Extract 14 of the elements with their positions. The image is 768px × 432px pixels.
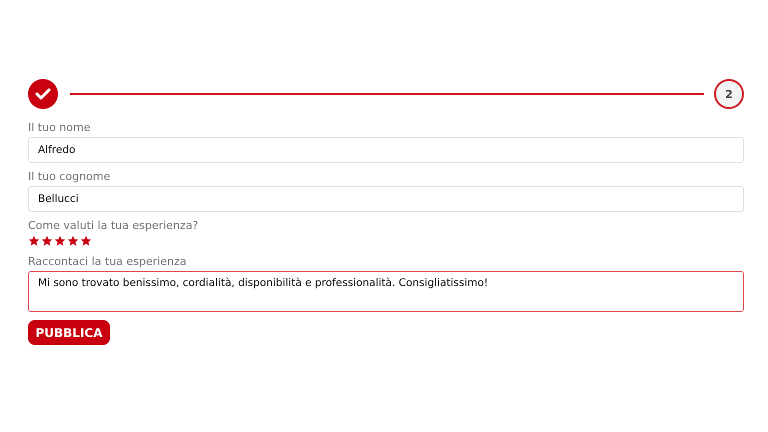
step-number: 2: [714, 79, 744, 109]
field-label: Il tuo nome: [28, 121, 92, 134]
star-icon[interactable]: [41, 235, 53, 247]
field-label: Il tuo cognome: [28, 170, 112, 183]
field-label: Come valuti la tua esperienza?: [28, 219, 200, 232]
star-icon[interactable]: [67, 235, 79, 247]
star-icon[interactable]: [54, 235, 66, 247]
star-icon[interactable]: [80, 235, 92, 247]
publish-button[interactable]: PUBBLICA: [28, 320, 110, 345]
star-icon[interactable]: [28, 235, 40, 247]
text-area[interactable]: Mi sono trovato benissimo, cordialità, disponibilità e professionalità. Consigliatissimo!: [28, 271, 744, 312]
field-label: Raccontaci la tua esperienza: [28, 255, 188, 268]
text-field[interactable]: Alfredo: [28, 137, 744, 163]
text-field[interactable]: Bellucci: [28, 186, 744, 212]
